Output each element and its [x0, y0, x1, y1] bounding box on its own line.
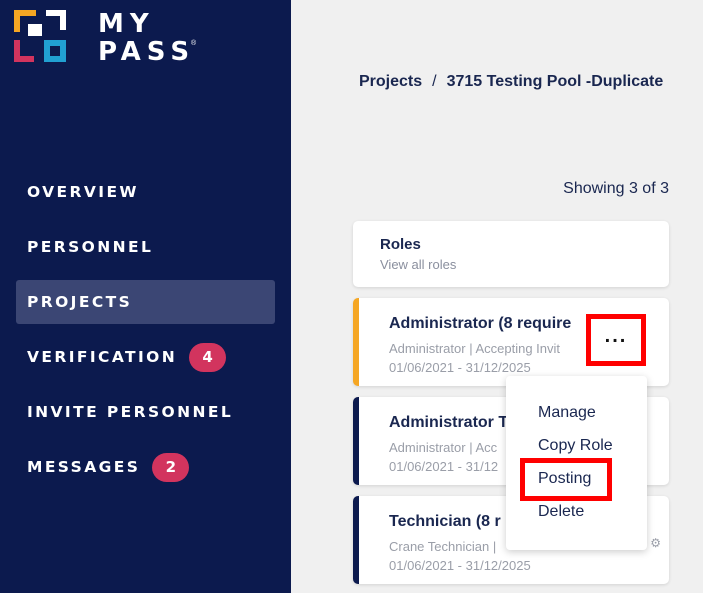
more-options-label: ...	[604, 325, 628, 347]
sidebar-item-verification[interactable]: VERIFICATION 4	[16, 335, 275, 379]
sidebar-item-projects[interactable]: PROJECTS	[16, 280, 275, 324]
role-title: Administrator T	[389, 414, 509, 431]
more-options-button[interactable]: ...	[586, 314, 646, 366]
sidebar-item-label: MESSAGES	[27, 458, 141, 476]
role-meta: Administrator | Accepting Invit	[389, 341, 561, 356]
logo-text: MY PASS	[98, 10, 195, 66]
logo-line-1: MY	[98, 9, 155, 39]
verification-count-badge: 4	[189, 342, 227, 372]
roles-card[interactable]: Roles View all roles	[353, 221, 669, 287]
role-title: Technician (8 r	[389, 513, 501, 530]
sidebar-item-label: OVERVIEW	[27, 183, 139, 201]
role-dates: 01/06/2021 - 31/12	[389, 459, 499, 474]
results-count: Showing 3 of 3	[563, 180, 669, 197]
role-meta: Crane Technician |	[389, 539, 497, 554]
sidebar-nav: OVERVIEW PERSONNEL PROJECTS VERIFICATION…	[16, 170, 275, 500]
sidebar-item-messages[interactable]: MESSAGES 2	[16, 445, 275, 489]
menu-item-delete[interactable]: Delete	[538, 503, 584, 521]
mypass-logo-icon	[14, 10, 66, 62]
breadcrumb: Projects / 3715 Testing Pool -Duplicate	[359, 73, 663, 91]
logo-line-2: PASS	[98, 37, 196, 67]
posting-highlight-box	[520, 458, 612, 501]
menu-item-manage[interactable]: Manage	[538, 404, 596, 422]
role-dates: 01/06/2021 - 31/12/2025	[389, 558, 531, 573]
menu-item-copy-role[interactable]: Copy Role	[538, 437, 613, 455]
gear-icon: ⚙	[650, 536, 661, 550]
sidebar-item-label: INVITE PERSONNEL	[27, 403, 234, 421]
role-title: Administrator (8 require	[389, 315, 572, 332]
mypass-logo[interactable]: MY PASS ®	[14, 10, 214, 66]
sidebar-item-invite-personnel[interactable]: INVITE PERSONNEL	[16, 390, 275, 434]
breadcrumb-separator: /	[432, 73, 437, 90]
sidebar-item-label: PROJECTS	[27, 293, 133, 311]
role-dates: 01/06/2021 - 31/12/2025	[389, 360, 531, 375]
sidebar-item-overview[interactable]: OVERVIEW	[16, 170, 275, 214]
sidebar-item-label: PERSONNEL	[27, 238, 154, 256]
sidebar-item-personnel[interactable]: PERSONNEL	[16, 225, 275, 269]
sidebar: MY PASS ® OVERVIEW PERSONNEL PROJECTS VE…	[0, 0, 291, 593]
logo-registered-mark: ®	[191, 40, 197, 47]
roles-card-subtitle: View all roles	[380, 257, 457, 272]
messages-count-badge: 2	[152, 452, 190, 482]
roles-card-title: Roles	[380, 236, 421, 253]
sidebar-item-label: VERIFICATION	[27, 348, 178, 366]
breadcrumb-projects-link[interactable]: Projects	[359, 73, 422, 90]
role-meta: Administrator | Acc	[389, 440, 498, 455]
breadcrumb-current: 3715 Testing Pool -Duplicate	[446, 73, 664, 90]
